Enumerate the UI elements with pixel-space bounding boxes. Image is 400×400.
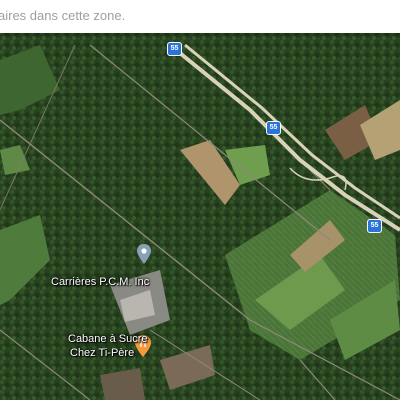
- route-55-shield: 55: [266, 121, 281, 135]
- place-label-carrieres[interactable]: Carrières P.C.M. Inc: [51, 276, 149, 288]
- place-label-cabane-a-sucre-line1[interactable]: Cabane à Sucre: [68, 333, 148, 345]
- place-pin-carrieres[interactable]: [137, 244, 151, 264]
- route-55-shield: 55: [367, 219, 382, 233]
- satellite-map[interactable]: 55 55 55 Carrières P.C.M. Inc Cabane à S…: [0, 33, 400, 400]
- no-results-message: aires dans cette zone.: [0, 8, 126, 23]
- satellite-imagery: [0, 33, 400, 400]
- map-pin-icon: [137, 244, 151, 264]
- search-results-bar: aires dans cette zone.: [0, 0, 400, 33]
- place-label-cabane-a-sucre-line2[interactable]: Chez Ti-Père: [70, 347, 134, 359]
- route-55-shield: 55: [167, 42, 182, 56]
